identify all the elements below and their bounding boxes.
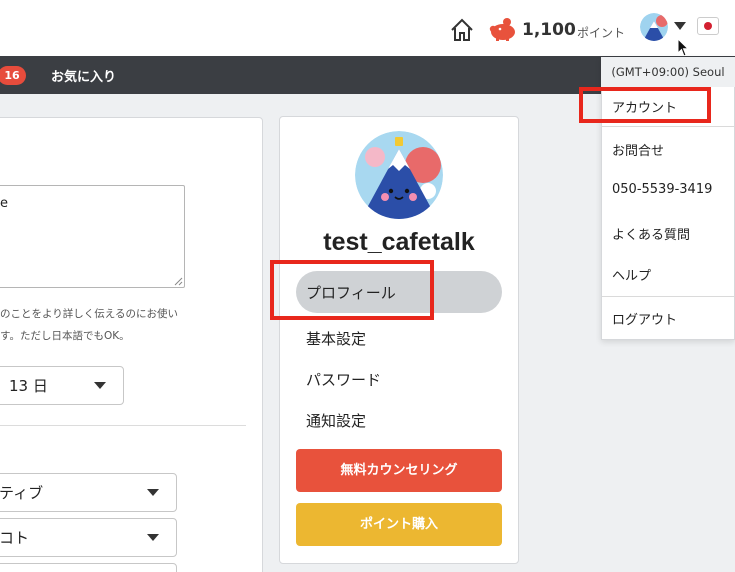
birth-day-select[interactable]: 13 日 <box>0 366 124 405</box>
dropdown-item-phone[interactable]: 050-5539-3419 <box>612 182 712 197</box>
points-balance[interactable]: 1,100 <box>522 20 576 40</box>
sidebar-item-notification-settings[interactable]: 通知設定 <box>306 410 366 431</box>
language-select[interactable]: コト <box>0 518 177 557</box>
divider <box>602 126 734 127</box>
self-intro-textarea[interactable] <box>0 185 185 288</box>
dropdown-item-help[interactable]: ヘルプ <box>612 265 651 284</box>
sidebar-item-password[interactable]: パスワード <box>306 369 381 390</box>
select-value: ティブ <box>0 484 44 502</box>
jp-flag-icon[interactable] <box>697 17 719 35</box>
avatar <box>355 131 443 219</box>
buy-points-button[interactable]: ポイント購入 <box>296 503 502 546</box>
select-value: コト <box>0 529 30 547</box>
piggy-bank-icon[interactable] <box>487 15 519 43</box>
dropdown-item-logout[interactable]: ログアウト <box>612 309 677 328</box>
nav-favorites[interactable]: お気に入り <box>51 66 116 85</box>
chevron-down-icon <box>147 489 159 496</box>
sidebar-item-basic-settings[interactable]: 基本設定 <box>306 328 366 349</box>
divider <box>0 425 246 426</box>
hint-text: のことをより詳しく伝えるのにお使い <box>0 308 178 320</box>
level-select[interactable]: ティブ <box>0 473 177 512</box>
username: test_cafetalk <box>323 228 475 256</box>
resize-handle-icon[interactable] <box>173 276 183 286</box>
points-unit: ポイント <box>577 26 626 40</box>
divider <box>602 296 734 297</box>
chevron-down-icon <box>147 534 159 541</box>
dropdown-item-faq[interactable]: よくある質問 <box>612 224 690 243</box>
chevron-down-icon[interactable] <box>674 22 686 30</box>
textarea-value: e <box>0 196 8 211</box>
free-counseling-button[interactable]: 無料カウンセリング <box>296 449 502 492</box>
highlight-box-profile <box>270 260 434 320</box>
field-label: : <box>0 446 1 461</box>
hint-text: す。ただし日本語でもOK。 <box>0 330 130 342</box>
mouse-cursor-icon <box>677 38 690 57</box>
chevron-down-icon <box>94 382 106 389</box>
dropdown-item-contact[interactable]: お問合せ <box>612 140 664 159</box>
timezone-label: (GMT+09:00) Seoul <box>601 57 735 87</box>
avatar[interactable] <box>640 13 668 41</box>
home-icon[interactable] <box>449 17 475 43</box>
notification-badge: 16 <box>0 66 26 85</box>
select-value: 13 日 <box>9 377 48 395</box>
highlight-box-account <box>579 87 711 123</box>
extra-select[interactable] <box>0 563 177 572</box>
